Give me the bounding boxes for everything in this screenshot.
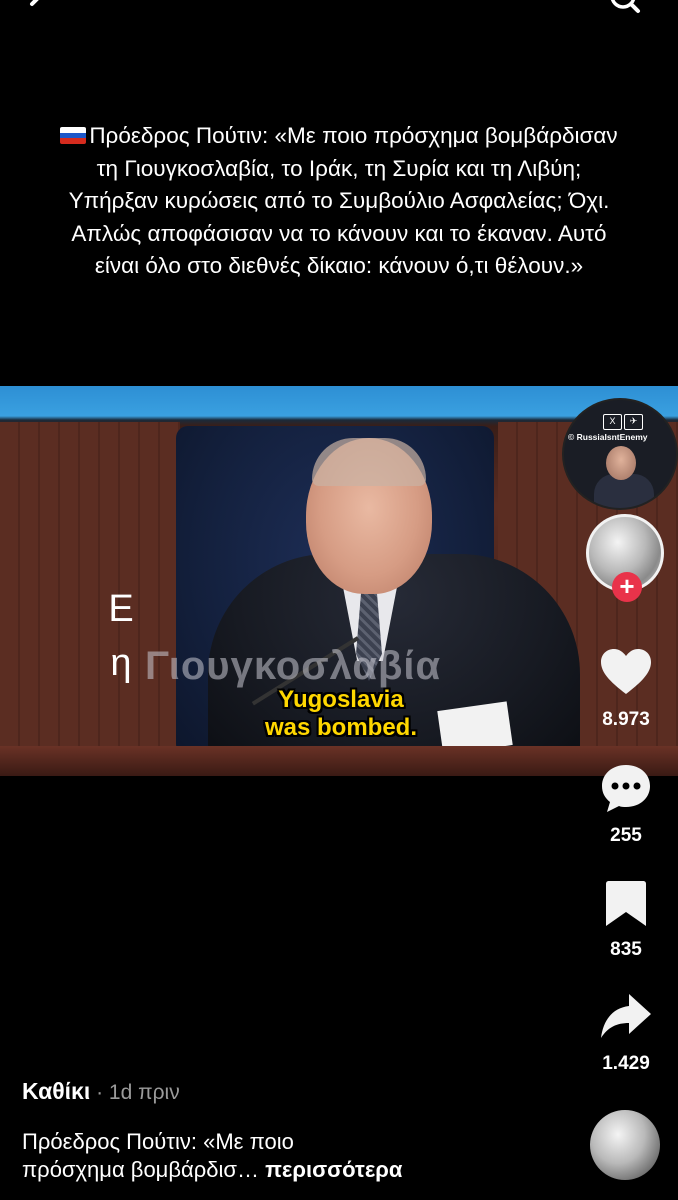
author-line[interactable]: Καθίκι · 1d πριν [22,1078,180,1105]
subtitle-line-1: Yugoslavia [278,686,404,713]
follow-button[interactable]: + [612,572,642,602]
share-button[interactable]: 1.429 [588,992,664,1075]
caption-line-4: Απλώς αποφάσισαν να το κάνουν και το έκα… [71,220,607,246]
top-bar [0,0,678,30]
telegram-logo-icon: ✈ [624,414,643,430]
video-caption: Πρόεδρος Πούτιν: «Με ποιο πρόσχημα βομβά… [0,120,678,283]
back-button[interactable] [22,0,56,24]
caption-line-5: είναι όλο στο διεθνές δίκαιο: κάνουν ό,τ… [94,253,584,278]
overlay-letter-2: η [110,642,132,684]
source-channel-inset: X ✈ © RussiaIsntEnemy [562,398,678,510]
like-count: 8.973 [602,709,650,730]
overlay-letters: Ε η [106,582,136,690]
more-link[interactable]: περισσότερα [265,1157,402,1182]
comment-button[interactable]: 255 [588,762,664,847]
overlay-letter-1: Ε [108,588,134,630]
comment-icon [602,765,650,812]
description-line-2: πρόσχημα βομβάρδισ… περισσότερα [22,1156,582,1184]
heart-icon [601,649,651,694]
speaker-hair [312,438,426,486]
comment-count: 255 [610,825,642,846]
like-button[interactable]: 8.973 [588,648,664,731]
caption-line-2: τη Γιουγκοσλαβία, το Ιράκ, τη Συρία και … [96,155,582,181]
desk [0,746,678,776]
chevron-left-icon [30,0,39,6]
russia-flag-icon [60,127,87,144]
platform-logos: X ✈ [603,414,643,430]
description-line-1: Πρόεδρος Πούτιν: «Με ποιο [22,1129,294,1154]
video-subtitle: Yugoslavia was bombed. [226,686,456,742]
inset-figure-head [606,446,636,480]
background-wall-left [0,422,180,752]
search-icon [610,0,640,13]
share-count: 1.429 [602,1053,650,1074]
description-line-2-text: πρόσχημα βομβάρδισ… [22,1157,266,1182]
post-description[interactable]: Πρόεδρος Πούτιν: «Με ποιο πρόσχημα βομβά… [22,1128,582,1184]
save-button[interactable]: 835 [588,878,664,961]
search-button[interactable] [608,0,642,24]
share-icon [601,994,651,1038]
subtitle-line-2: was bombed. [264,714,418,741]
save-count: 835 [610,939,642,960]
author-name[interactable]: Καθίκι [22,1078,90,1104]
video-watermark-text: Γιουγκοσλαβία [145,644,442,688]
music-disc[interactable] [590,1110,660,1180]
post-time: · 1d πριν [90,1081,180,1104]
source-handle: © RussiaIsntEnemy [568,432,648,442]
caption-line-3: Υπήρξαν κυρώσεις από το Συμβούλιο Ασφαλε… [68,188,610,213]
caption-line-1: Πρόεδρος Πούτιν: «Με ποιο πρόσχημα βομβά… [20,120,658,153]
x-logo-icon: X [603,414,622,430]
bookmark-icon [606,881,646,926]
